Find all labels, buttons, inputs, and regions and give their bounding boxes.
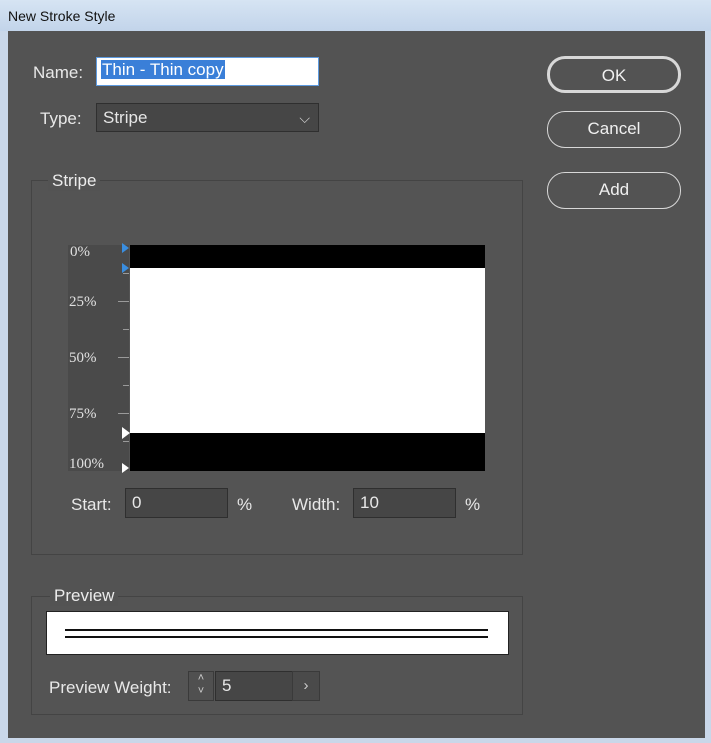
stripe-section-title: Stripe — [48, 171, 101, 191]
chevron-down-icon: ⌵ — [299, 110, 310, 126]
stripe-canvas[interactable] — [130, 245, 485, 471]
spinner-down-icon[interactable]: ˅ — [189, 685, 213, 698]
type-label: Type: — [40, 109, 82, 128]
preview-stroke-line — [65, 629, 488, 631]
title-bar: New Stroke Style — [0, 0, 711, 31]
ruler-label-50: 50% — [69, 350, 97, 366]
cancel-button[interactable]: Cancel — [547, 111, 681, 148]
start-label: Start: — [71, 495, 112, 514]
add-button[interactable]: Add — [547, 172, 681, 209]
stripe-start-marker-selected[interactable] — [122, 243, 129, 253]
start-input[interactable] — [125, 488, 228, 518]
width-unit: % — [465, 495, 481, 514]
window-border-bottom — [0, 738, 711, 743]
ruler-tick — [123, 441, 129, 442]
preview-section-title: Preview — [50, 586, 119, 606]
window-border-left — [0, 31, 8, 743]
stripe-end-marker-selected[interactable] — [122, 263, 129, 273]
stripe-start-marker[interactable] — [122, 427, 130, 439]
stripe-end-marker[interactable] — [122, 463, 129, 473]
ruler-tick — [118, 413, 129, 414]
preview-weight-input[interactable] — [215, 671, 293, 701]
spinner-up-icon[interactable]: ˄ — [189, 672, 213, 685]
stripe-band-0[interactable] — [130, 245, 485, 268]
preview-box — [46, 611, 509, 655]
ruler-tick — [123, 329, 129, 330]
start-unit: % — [237, 495, 253, 514]
ruler-tick — [118, 357, 129, 358]
preview-weight-label: Preview Weight: — [49, 678, 172, 697]
type-select-value: Stripe — [103, 108, 148, 127]
ruler-tick — [118, 301, 129, 302]
window-border-right — [705, 31, 711, 743]
ruler-label-75: 75% — [69, 406, 97, 422]
stripe-band-1[interactable] — [130, 432, 485, 471]
width-label: Width: — [292, 495, 341, 514]
ruler-label-0: 0% — [70, 244, 90, 260]
weight-spinner[interactable]: ˄ ˅ — [188, 671, 214, 701]
ruler-label-25: 25% — [69, 294, 97, 310]
preview-stroke-line — [65, 636, 488, 638]
window-title: New Stroke Style — [8, 8, 116, 24]
type-select[interactable]: Stripe ⌵ — [96, 103, 319, 132]
name-input[interactable]: Thin - Thin copy — [96, 57, 319, 86]
name-input-selected-text: Thin - Thin copy — [101, 60, 225, 79]
width-input[interactable] — [353, 488, 456, 518]
ruler-label-100: 100% — [69, 456, 104, 472]
chevron-right-icon[interactable]: › — [292, 671, 320, 701]
ruler-tick — [123, 273, 129, 274]
name-label: Name: — [33, 63, 84, 82]
ok-button[interactable]: OK — [547, 56, 681, 93]
ruler-tick — [123, 385, 129, 386]
